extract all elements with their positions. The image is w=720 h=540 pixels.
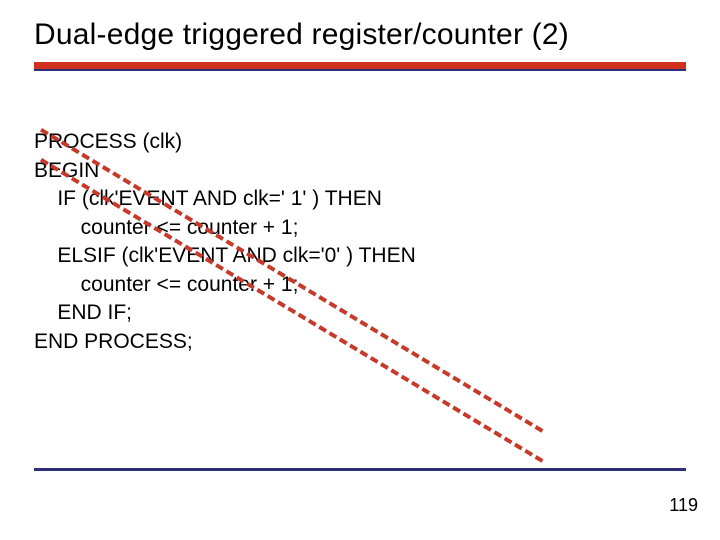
- title-underline: [34, 62, 686, 71]
- slide: Dual-edge triggered register/counter (2)…: [0, 0, 720, 540]
- code-line: ELSIF (clk'EVENT AND clk='0' ) THEN: [34, 244, 416, 267]
- slide-title: Dual-edge triggered register/counter (2): [34, 18, 569, 52]
- code-line: IF (clk'EVENT AND clk=' 1' ) THEN: [34, 187, 382, 210]
- footer-divider: [34, 468, 686, 471]
- code-line: END PROCESS;: [34, 330, 193, 353]
- page-number: 119: [669, 495, 698, 516]
- code-line: END IF;: [34, 301, 132, 324]
